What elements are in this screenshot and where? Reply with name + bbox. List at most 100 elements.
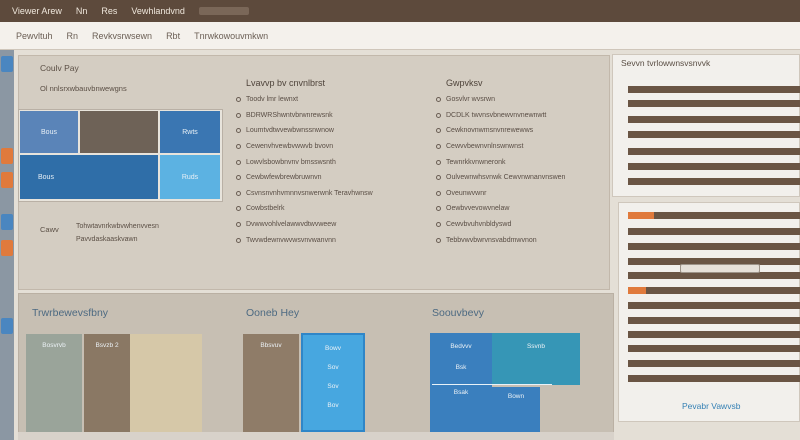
radio-circle-icon (236, 97, 241, 103)
orange-square-icon[interactable] (1, 240, 13, 256)
list-stripe (646, 287, 800, 294)
radio-option[interactable]: Dvwwvohlvelawwvdtwvweew (236, 217, 426, 233)
toolbar-item-4[interactable]: Rbt (166, 31, 180, 41)
radio-option[interactable]: Cewknovnwmsnvnrewewws (436, 123, 606, 139)
radio-option[interactable]: Tebbvwvbwrvnsvabdmwvnon (436, 232, 606, 248)
radio-circle-icon (236, 128, 241, 134)
list-stripe (628, 163, 800, 170)
radio-circle-icon (436, 206, 441, 212)
list-stripe (628, 331, 800, 338)
card-1-block-brown[interactable]: Bsvzb 2 (84, 334, 130, 432)
bottom-strip (18, 432, 614, 440)
radio-option[interactable]: DCDLK twvnsvbnewvnvnewnwtt (436, 108, 606, 124)
radio-circle-icon (236, 206, 241, 212)
list-stripe (628, 116, 800, 123)
orange-square-icon[interactable] (1, 148, 13, 164)
toolbar-item-2[interactable]: Rn (67, 31, 79, 41)
tile-navy[interactable]: Bous (20, 155, 158, 199)
radio-option[interactable]: Lowvlsbowbnvnv bmsswsnth (236, 154, 426, 170)
tile-blue-top[interactable]: Bous (20, 111, 78, 153)
toolbar-item-1[interactable]: Pewvltuh (16, 31, 53, 41)
radio-circle-icon (236, 190, 241, 196)
orange-square-icon[interactable] (1, 172, 13, 188)
right-panel-bottom (618, 202, 800, 422)
radio-option[interactable]: Tewnrkkvnwneronk (436, 154, 606, 170)
blue-square-icon[interactable] (1, 56, 13, 72)
list-stripe (628, 86, 800, 93)
radio-circle-icon (236, 144, 241, 150)
card-3-block-teal[interactable]: Ssvnb (492, 333, 580, 385)
radio-option[interactable]: Cewvvbewnvnlnswnwnst (436, 139, 606, 155)
radio-circle-icon (236, 112, 241, 118)
radio-option[interactable]: Oewbvvevowvnelaw (436, 201, 606, 217)
radio-option[interactable]: Loumtvdtwvewbwnssnwnow (236, 123, 426, 139)
menu-item-1[interactable]: Viewer Arew (12, 6, 62, 16)
right-panel-top (612, 54, 800, 197)
tile-sky[interactable]: Ruds (160, 155, 220, 199)
blue-square-icon[interactable] (1, 214, 13, 230)
radio-option[interactable]: BDRWRShwntvbrwnrewsnk (236, 108, 426, 124)
blue-square-icon[interactable] (1, 318, 13, 334)
card-2-block-brown[interactable]: Bbsvuv (243, 334, 299, 432)
toolbar-item-3[interactable]: Revkvsrwsewn (92, 31, 152, 41)
card-title-2: Ooneb Hey (246, 307, 300, 319)
radio-option[interactable]: Oulvewnwhsvnwk Cewvnwnanvnswen (436, 170, 606, 186)
list-stripe-highlight (628, 212, 654, 219)
radio-option[interactable]: Cowbstbelrk (236, 201, 426, 217)
menu-item-2[interactable]: Nn (76, 6, 88, 16)
menu-bar-indicator (198, 7, 249, 15)
radio-option[interactable]: Csvnsnvnhvmnnvsnwerwnk Teravhwnsw (236, 186, 426, 202)
card-1-block-tan[interactable] (130, 334, 202, 432)
footer-line-1: Tohwtavnrkwbvwhenvvesn (76, 223, 159, 230)
list-slider-handle[interactable] (680, 264, 760, 273)
radio-circle-icon (236, 159, 241, 165)
list-stripe-highlight (628, 287, 646, 294)
right-panel-link[interactable]: Pevabr Vawvsb (682, 401, 740, 411)
column-title: Gwpvksv (446, 78, 483, 88)
list-stripe (654, 212, 800, 219)
tile-brown[interactable] (80, 111, 158, 153)
radio-option[interactable]: Cewbwfewbrewbruwnvn (236, 170, 426, 186)
left-rail (0, 50, 14, 440)
radio-circle-icon (436, 112, 441, 118)
list-stripe (628, 302, 800, 309)
radio-circle-icon (436, 190, 441, 196)
toolbar: Pewvltuh Rn Revkvsrwsewn Rbt Tnrwkowouvm… (0, 22, 800, 50)
card-3-block-lower[interactable]: Bown (492, 387, 540, 432)
radio-circle-icon (436, 128, 441, 134)
footer-label: Cawv (40, 225, 59, 234)
radio-circle-icon (436, 159, 441, 165)
column-title: Lvavvp bv cnvnlbrst (246, 78, 326, 88)
card-3-block-blue[interactable]: Bedvvv Bsk Bsak (430, 333, 492, 432)
option-column-1: Lvavvp bv cnvnlbrst Toodv lmr lewnxt BDR… (236, 78, 426, 248)
radio-circle-icon (436, 222, 441, 228)
list-stripe (628, 228, 800, 235)
list-stripe (628, 148, 800, 155)
menu-item-4[interactable]: Vewhlandvnd (131, 6, 185, 16)
menu-bar: Viewer Arew Nn Res Vewhlandvnd (0, 0, 800, 22)
list-stripe (628, 317, 800, 324)
radio-option[interactable]: Oveunwvwnr (436, 186, 606, 202)
radio-circle-icon (436, 144, 441, 150)
card-1-block-gray[interactable]: Bosvrvb (26, 334, 82, 432)
radio-option[interactable]: Toodv lmr lewnxt (236, 92, 426, 108)
option-column-2: Gwpvksv Gosvlvr wvsrwn DCDLK twvnsvbnewv… (436, 78, 606, 248)
list-stripe (628, 131, 800, 138)
list-stripe (628, 178, 800, 185)
list-stripe (628, 272, 800, 279)
divider-line (432, 384, 552, 385)
right-panel-title: Sevvn tvrlowwnsvsnvvk (621, 58, 711, 68)
menu-item-3[interactable]: Res (101, 6, 117, 16)
radio-circle-icon (436, 97, 441, 103)
card-title-1: Trwrbewevsfbny (32, 307, 109, 319)
radio-option[interactable]: Twvwdewnvwvwsvnvwanvnn (236, 232, 426, 248)
tile-blue-right[interactable]: Rwts (160, 111, 220, 153)
card-2-block-sky[interactable]: Bowv Sov Sov Bov (301, 333, 365, 432)
toolbar-item-5[interactable]: Tnrwkowouvmkwn (194, 31, 268, 41)
list-stripe (628, 100, 800, 107)
radio-circle-icon (236, 175, 241, 181)
radio-option[interactable]: Cewenvhvewbvwwvb bvovn (236, 139, 426, 155)
radio-option[interactable]: Gosvlvr wvsrwn (436, 92, 606, 108)
list-stripe (628, 243, 800, 250)
radio-option[interactable]: Cewvbvuhvnbldyswd (436, 217, 606, 233)
